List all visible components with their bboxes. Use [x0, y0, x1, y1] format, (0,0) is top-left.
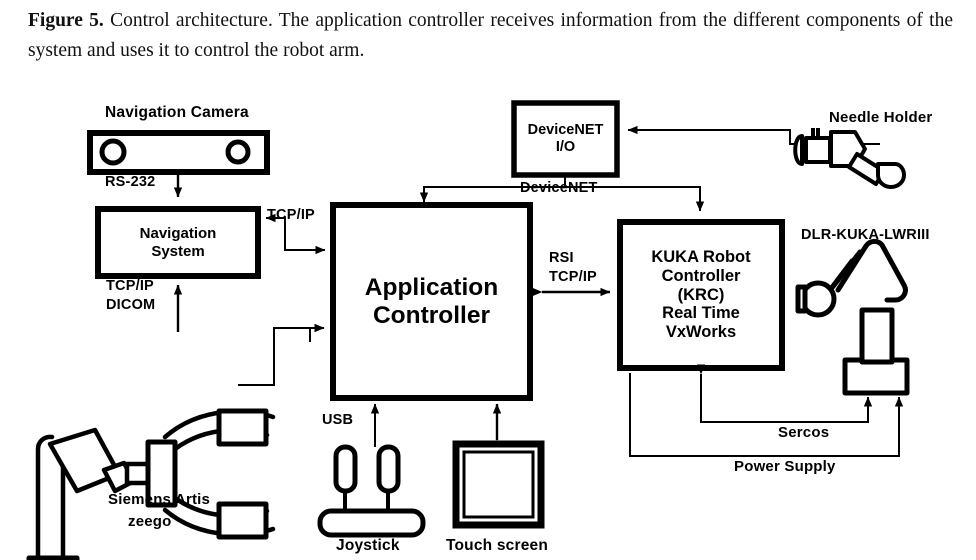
rsi-tcpip-label: TCP/IP	[549, 269, 597, 285]
zeego-links	[238, 323, 325, 386]
tcpip-dicom-line1: TCP/IP	[106, 278, 154, 294]
zeego-label-line1: Siemens Artis	[108, 491, 211, 508]
rs232-label: RS-232	[105, 174, 156, 190]
devicenet-label: DeviceNET	[520, 180, 598, 196]
control-architecture-diagram: Navigation Camera RS-232 Navigation Syst…	[0, 92, 976, 560]
application-controller-block[interactable]	[330, 202, 533, 401]
usb-label: USB	[322, 412, 354, 428]
navigation-camera-block[interactable]	[87, 130, 270, 175]
devicenet-io-block[interactable]	[511, 100, 620, 178]
needle-holder-label: Needle Holder	[829, 109, 933, 126]
needle-holder-graphic	[793, 128, 906, 189]
touch-screen-graphic[interactable]	[452, 440, 545, 529]
sercos-label: Sercos	[778, 424, 830, 441]
kuka-controller-block[interactable]	[617, 219, 785, 371]
robot-arm-label: DLR-KUKA-LWRIII	[801, 227, 930, 243]
rsi-label: RSI	[549, 250, 574, 266]
tcpip-label: TCP/IP	[267, 207, 315, 223]
robot-arm-graphic	[795, 238, 910, 396]
joystick-graphic[interactable]	[317, 444, 426, 538]
siemens-zeego-graphic	[26, 408, 276, 560]
caption-text: Control architecture. The application co…	[28, 10, 953, 62]
navigation-camera-label: Navigation Camera	[105, 104, 249, 121]
tcpip-dicom-line2: DICOM	[106, 297, 156, 313]
touch-screen-label: Touch screen	[446, 537, 549, 554]
power-supply-label: Power Supply	[734, 458, 836, 475]
navigation-system-block[interactable]	[95, 206, 261, 279]
zeego-label-line2: zeego	[128, 513, 172, 530]
diagram-canvas	[26, 100, 910, 560]
figure-caption: Figure 5. Control architecture. The appl…	[28, 6, 953, 66]
joystick-label: Joystick	[336, 537, 400, 554]
figure-number: Figure 5.	[28, 10, 104, 31]
